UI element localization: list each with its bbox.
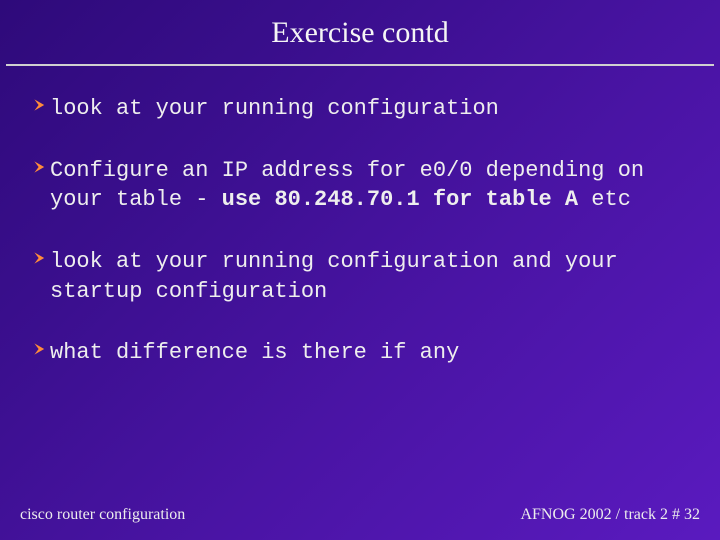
bullet-text: look at your running configuration (50, 94, 688, 124)
slide: Exercise contd look at your running conf… (0, 0, 720, 540)
slide-content: look at your running configuration Confi… (0, 66, 720, 368)
slide-footer: cisco router configuration AFNOG 2002 / … (20, 506, 700, 524)
bullet-text-bold: use 80.248.70.1 for table A (222, 187, 578, 212)
arrow-icon (32, 94, 48, 112)
bullet-text: what difference is there if any (50, 338, 688, 368)
bullet-text-post: etc (578, 187, 631, 212)
slide-title: Exercise contd (6, 0, 714, 66)
footer-left: cisco router configuration (20, 506, 185, 524)
bullet-text: look at your running configuration and y… (50, 247, 688, 306)
bullet-item: look at your running configuration (32, 94, 688, 124)
bullet-text: Configure an IP address for e0/0 dependi… (50, 156, 688, 215)
arrow-icon (32, 247, 48, 265)
footer-right: AFNOG 2002 / track 2 # 32 (520, 506, 700, 524)
arrow-icon (32, 156, 48, 174)
bullet-item: look at your running configuration and y… (32, 247, 688, 306)
arrow-icon (32, 338, 48, 356)
bullet-item: what difference is there if any (32, 338, 688, 368)
bullet-item: Configure an IP address for e0/0 dependi… (32, 156, 688, 215)
